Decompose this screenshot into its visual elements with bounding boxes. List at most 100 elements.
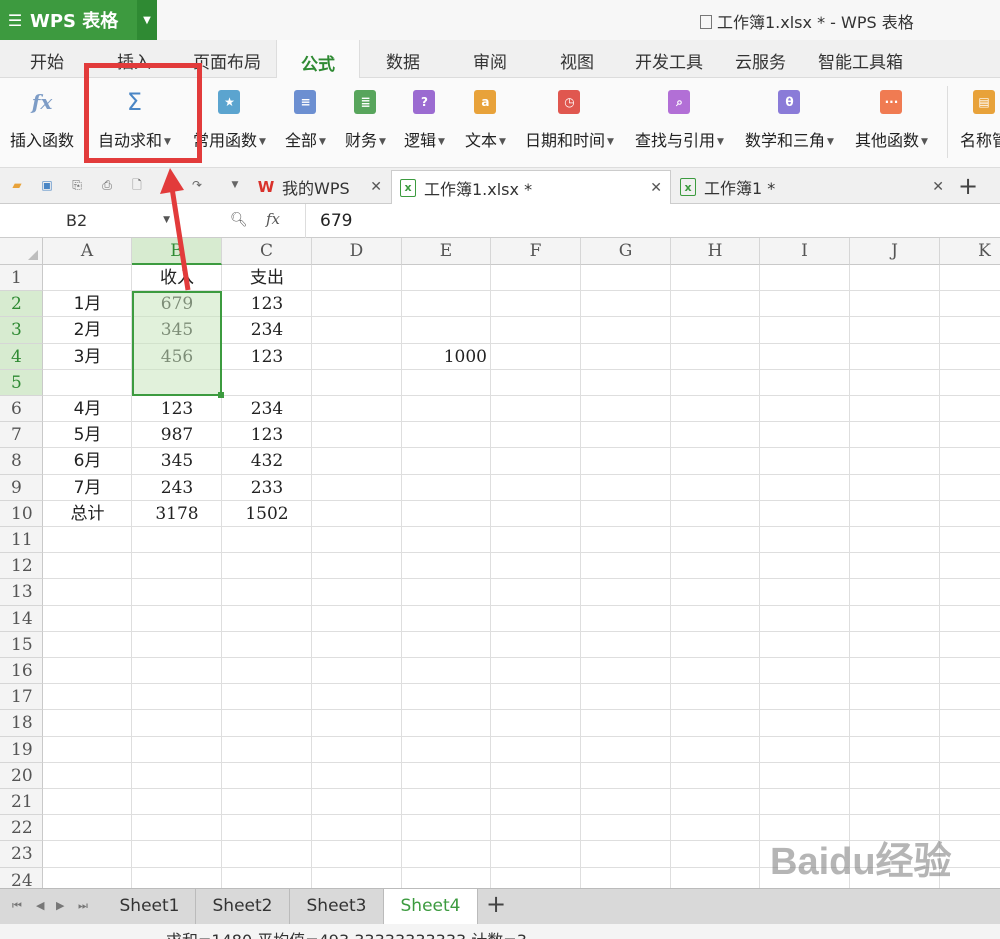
cell-b8[interactable]: 345 — [132, 448, 222, 474]
prev-sheet-icon[interactable]: ◀ — [36, 899, 44, 912]
lookup-reference-button[interactable]: ⌕ 查找与引用 ▼ — [635, 90, 724, 151]
column-header-h[interactable]: H — [671, 238, 760, 265]
add-sheet-button[interactable]: + — [486, 890, 506, 918]
tab-view[interactable]: 视图 — [560, 48, 594, 73]
row-header-18[interactable]: 18 — [0, 710, 43, 737]
next-sheet-icon[interactable]: ▶ — [56, 899, 64, 912]
row-header-6[interactable]: 6 — [0, 396, 43, 423]
row-header-19[interactable]: 19 — [0, 736, 43, 763]
column-header-j[interactable]: J — [850, 238, 940, 265]
tab-cloud[interactable]: 云服务 — [735, 48, 786, 73]
insert-function-button[interactable]: fx 插入函数 — [10, 90, 74, 151]
spreadsheet-grid[interactable]: A B C D E F G H I J K 1 2 3 4 5 6 7 8 9 10 11 12 13 14 15 16 17 18 19… — [0, 238, 1000, 888]
row-header-15[interactable]: 15 — [0, 631, 43, 658]
row-header-11[interactable]: 11 — [0, 527, 43, 554]
column-header-k[interactable]: K — [940, 238, 1000, 265]
row-header-7[interactable]: 7 — [0, 422, 43, 449]
close-icon[interactable]: ✕ — [370, 179, 382, 195]
cell-b1[interactable]: 收入 — [132, 265, 222, 291]
row-header-16[interactable]: 16 — [0, 658, 43, 685]
column-header-f[interactable]: F — [491, 238, 581, 265]
row-header-4[interactable]: 4 — [0, 343, 43, 370]
column-header-b[interactable]: B — [132, 238, 222, 265]
column-header-c[interactable]: C — [222, 238, 312, 265]
close-icon[interactable]: ✕ — [650, 180, 662, 196]
tab-home[interactable]: 开始 — [30, 48, 64, 73]
row-header-3[interactable]: 3 — [0, 317, 43, 344]
cell-a10[interactable]: 总计 — [43, 501, 132, 527]
doc-tab-workbook1[interactable]: x 工作簿1 * ✕ — [672, 170, 952, 204]
row-header-9[interactable]: 9 — [0, 474, 43, 501]
cell-a8[interactable]: 6月 — [43, 448, 132, 474]
cell-c7[interactable]: 123 — [222, 422, 312, 448]
chevron-down-icon[interactable]: ▼ — [137, 0, 157, 40]
logical-button[interactable]: ? 逻辑 ▼ — [404, 90, 445, 151]
cell-a3[interactable]: 2月 — [43, 317, 132, 343]
cell-c1[interactable]: 支出 — [222, 265, 312, 291]
column-header-a[interactable]: A — [43, 238, 132, 265]
common-functions-button[interactable]: ★ 常用函数 ▼ — [193, 90, 266, 151]
redo-icon[interactable]: ↷ — [190, 178, 204, 192]
row-header-1[interactable]: 1 — [0, 265, 43, 292]
cell-a6[interactable]: 4月 — [43, 396, 132, 422]
cell-c8[interactable]: 432 — [222, 448, 312, 474]
last-sheet-icon[interactable]: ⏭ — [78, 899, 88, 913]
name-manager-button[interactable]: ▤ 名称管 — [960, 90, 1000, 151]
column-header-i[interactable]: I — [760, 238, 850, 265]
math-trig-button[interactable]: θ 数学和三角 ▼ — [745, 90, 834, 151]
cell-c4[interactable]: 123 — [222, 344, 312, 370]
row-header-24[interactable]: 24 — [0, 867, 43, 888]
cell-a2[interactable]: 1月 — [43, 291, 132, 317]
doc-tab-workbook1-xlsx[interactable]: x 工作簿1.xlsx * ✕ — [391, 170, 671, 204]
export-pdf-icon[interactable]: ⎘ — [70, 178, 84, 192]
row-header-5[interactable]: 5 — [0, 369, 43, 396]
tab-review[interactable]: 审阅 — [473, 48, 507, 73]
first-sheet-icon[interactable]: ⏮ — [12, 899, 22, 913]
row-header-23[interactable]: 23 — [0, 841, 43, 868]
sheet-tab-sheet4[interactable]: Sheet4 — [384, 889, 478, 925]
column-header-d[interactable]: D — [312, 238, 402, 265]
new-tab-button[interactable]: + — [958, 172, 978, 200]
tab-developer[interactable]: 开发工具 — [635, 48, 703, 73]
cell-c6[interactable]: 234 — [222, 396, 312, 422]
app-menu-button[interactable]: ☰ WPS 表格 ▼ — [0, 0, 157, 40]
select-all-corner[interactable] — [0, 238, 43, 265]
formula-input[interactable]: 679 — [320, 211, 352, 231]
cell-a7[interactable]: 5月 — [43, 422, 132, 448]
print-icon[interactable]: ⎙ — [100, 178, 114, 192]
zoom-icon[interactable]: 🔍︎ — [230, 212, 248, 228]
row-header-13[interactable]: 13 — [0, 579, 43, 606]
open-folder-icon[interactable]: ▰ — [10, 178, 24, 192]
cell-e4[interactable]: 1000 — [402, 344, 491, 370]
doc-tab-my-wps[interactable]: W 我的WPS ✕ — [250, 170, 390, 204]
cell-c3[interactable]: 234 — [222, 317, 312, 343]
sheet-tab-sheet1[interactable]: Sheet1 — [104, 889, 196, 925]
row-header-21[interactable]: 21 — [0, 789, 43, 816]
row-header-2[interactable]: 2 — [0, 291, 43, 318]
tab-smart-toolbox[interactable]: 智能工具箱 — [818, 48, 903, 73]
sheet-tab-sheet2[interactable]: Sheet2 — [196, 889, 290, 925]
row-header-12[interactable]: 12 — [0, 553, 43, 580]
row-header-8[interactable]: 8 — [0, 448, 43, 475]
close-icon[interactable]: ✕ — [932, 179, 944, 195]
financial-button[interactable]: ≣ 财务 ▼ — [345, 90, 386, 151]
tab-data[interactable]: 数据 — [386, 48, 420, 73]
row-header-20[interactable]: 20 — [0, 762, 43, 789]
column-header-g[interactable]: G — [581, 238, 671, 265]
chevron-down-icon[interactable]: ▼ — [228, 178, 242, 192]
cell-c2[interactable]: 123 — [222, 291, 312, 317]
row-header-17[interactable]: 17 — [0, 684, 43, 711]
cell-b10[interactable]: 3178 — [132, 501, 222, 527]
other-functions-button[interactable]: ··· 其他函数 ▼ — [855, 90, 928, 151]
tab-page-layout[interactable]: 页面布局 — [193, 48, 261, 73]
all-functions-button[interactable]: ≡ 全部 ▼ — [285, 90, 326, 151]
name-box[interactable]: B2 ▼ — [0, 207, 178, 235]
cell-c10[interactable]: 1502 — [222, 501, 312, 527]
cell-b7[interactable]: 987 — [132, 422, 222, 448]
print-preview-icon[interactable]: 🗋 — [130, 178, 144, 192]
cell-c9[interactable]: 233 — [222, 475, 312, 501]
sheet-tab-sheet3[interactable]: Sheet3 — [290, 889, 384, 925]
row-header-14[interactable]: 14 — [0, 605, 43, 632]
chevron-down-icon[interactable]: ▼ — [163, 215, 170, 225]
fx-icon[interactable]: fx — [266, 210, 280, 228]
